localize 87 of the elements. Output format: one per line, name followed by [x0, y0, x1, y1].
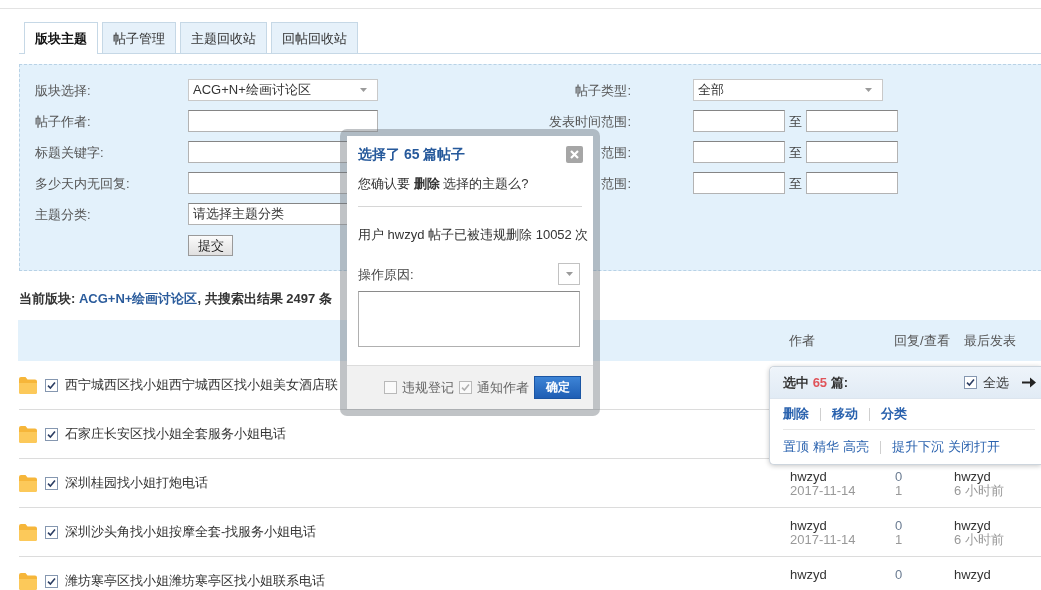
text-field[interactable] — [806, 110, 898, 132]
tab[interactable]: 主题回收站 — [180, 22, 267, 53]
text-field[interactable] — [693, 110, 785, 132]
thread-title[interactable]: 深圳桂园找小姐打炮电话 — [65, 475, 208, 491]
checkbox-label[interactable]: 通知作者 — [477, 380, 529, 395]
range-separator: 至 — [789, 113, 802, 129]
thread-title[interactable]: 西宁城西区找小姐西宁城西区找小姐美女酒店联 — [65, 377, 338, 393]
folder-icon — [19, 425, 37, 443]
field-label: 帖子作者: — [35, 113, 91, 129]
checkbox[interactable] — [45, 427, 58, 441]
checkbox[interactable] — [459, 381, 472, 394]
post-date: 2017-11-14 — [790, 484, 856, 498]
reply-count: 0 — [895, 519, 903, 533]
checkbox-label[interactable]: 违规登记 — [402, 380, 454, 395]
column-header: 最后发表 — [963, 333, 1017, 348]
author-name[interactable]: hwzyd — [790, 470, 827, 484]
text-field[interactable] — [693, 141, 785, 163]
field-label: 范围: — [601, 175, 631, 191]
field-label: 多少天内无回复: — [35, 175, 130, 191]
checkbox[interactable] — [45, 525, 58, 539]
action-link[interactable]: 高亮 — [843, 439, 869, 455]
folder-icon — [19, 376, 37, 394]
field-label: 标题关键字: — [35, 144, 104, 160]
text-field[interactable] — [693, 172, 785, 194]
column-header: 作者 — [789, 333, 816, 348]
caret-icon — [865, 88, 872, 92]
field-label: 发表时间范围: — [549, 113, 631, 129]
action-link[interactable]: 提升下沉 — [892, 439, 944, 455]
last-poster-name[interactable]: hwzyd — [954, 568, 991, 582]
folder-icon — [19, 523, 37, 541]
text-field[interactable] — [806, 172, 898, 194]
select-all-label[interactable]: 全选 — [983, 374, 1009, 391]
confirm-message: 您确认要 删除 选择的主题么? — [358, 175, 529, 193]
post-date: 2017-11-14 — [790, 533, 856, 547]
range-separator: 至 — [789, 175, 802, 191]
action-link[interactable]: 删除 — [783, 406, 809, 422]
range-separator: 至 — [789, 144, 802, 160]
last-post-time: 6 小时前 — [954, 484, 1004, 498]
reply-count: 0 — [895, 568, 903, 582]
violation-notice: 用户 hwzyd 帖子已被违规删除 10052 次 — [358, 226, 589, 244]
field-label: 范围: — [601, 144, 631, 160]
arrow-right-icon[interactable] — [1022, 377, 1036, 388]
dropdown-button[interactable] — [558, 263, 580, 285]
action-link[interactable]: 移动 — [832, 406, 858, 422]
action-link[interactable]: 关闭打开 — [948, 439, 1000, 455]
select-field[interactable]: ACG+N+绘画讨论区 — [188, 79, 378, 101]
close-icon[interactable] — [566, 146, 583, 163]
action-link[interactable]: 精华 — [813, 439, 839, 455]
folder-icon — [19, 572, 37, 590]
last-post-time: 6 小时前 — [954, 533, 1004, 547]
dialog-title: 选择了 65 篇帖子 — [358, 146, 466, 163]
text-field[interactable] — [806, 141, 898, 163]
text-field[interactable] — [188, 110, 378, 132]
checkbox[interactable] — [45, 476, 58, 490]
checkbox[interactable] — [45, 378, 58, 392]
caret-icon — [360, 88, 367, 92]
field-label: 帖子类型: — [575, 82, 631, 98]
selection-count: 选中 65 篇: — [783, 374, 849, 391]
tab[interactable]: 版块主题 — [24, 22, 98, 54]
checkbox[interactable] — [384, 381, 397, 394]
reason-label: 操作原因: — [358, 266, 414, 282]
action-link[interactable]: 置顶 — [783, 439, 809, 455]
author-name[interactable]: hwzyd — [790, 519, 827, 533]
submit-button[interactable]: 提交 — [188, 235, 233, 256]
column-header: 回复/查看 — [894, 333, 951, 348]
reason-textarea[interactable] — [358, 291, 580, 347]
reply-count: 0 — [895, 470, 903, 484]
last-poster-name[interactable]: hwzyd — [954, 470, 991, 484]
thread-title[interactable]: 深圳沙头角找小姐按摩全套-找服务小姐电话 — [65, 524, 317, 540]
thread-title[interactable]: 石家庄长安区找小姐全套服务小姐电话 — [65, 426, 286, 442]
view-count: 1 — [895, 484, 903, 498]
view-count: 1 — [895, 533, 903, 547]
last-poster-name[interactable]: hwzyd — [954, 519, 991, 533]
thread-title[interactable]: 潍坊寒亭区找小姐潍坊寒亭区找小姐联系电话 — [65, 573, 325, 589]
forum-link[interactable]: ACG+N+绘画讨论区 — [78, 291, 198, 306]
result-summary: 当前版块: ACG+N+绘画讨论区, 共搜索出结果 2497 条 — [19, 290, 332, 308]
author-name[interactable]: hwzyd — [790, 568, 827, 582]
checkbox[interactable] — [964, 376, 977, 389]
action-link[interactable]: 分类 — [881, 406, 907, 422]
tab[interactable]: 回帖回收站 — [271, 22, 358, 53]
tab[interactable]: 帖子管理 — [102, 22, 176, 53]
folder-icon — [19, 474, 37, 492]
confirm-button[interactable]: 确定 — [534, 376, 581, 399]
select-field[interactable]: 全部 — [693, 79, 883, 101]
checkbox[interactable] — [45, 574, 58, 588]
field-label: 版块选择: — [35, 82, 91, 98]
field-label: 主题分类: — [35, 206, 91, 222]
